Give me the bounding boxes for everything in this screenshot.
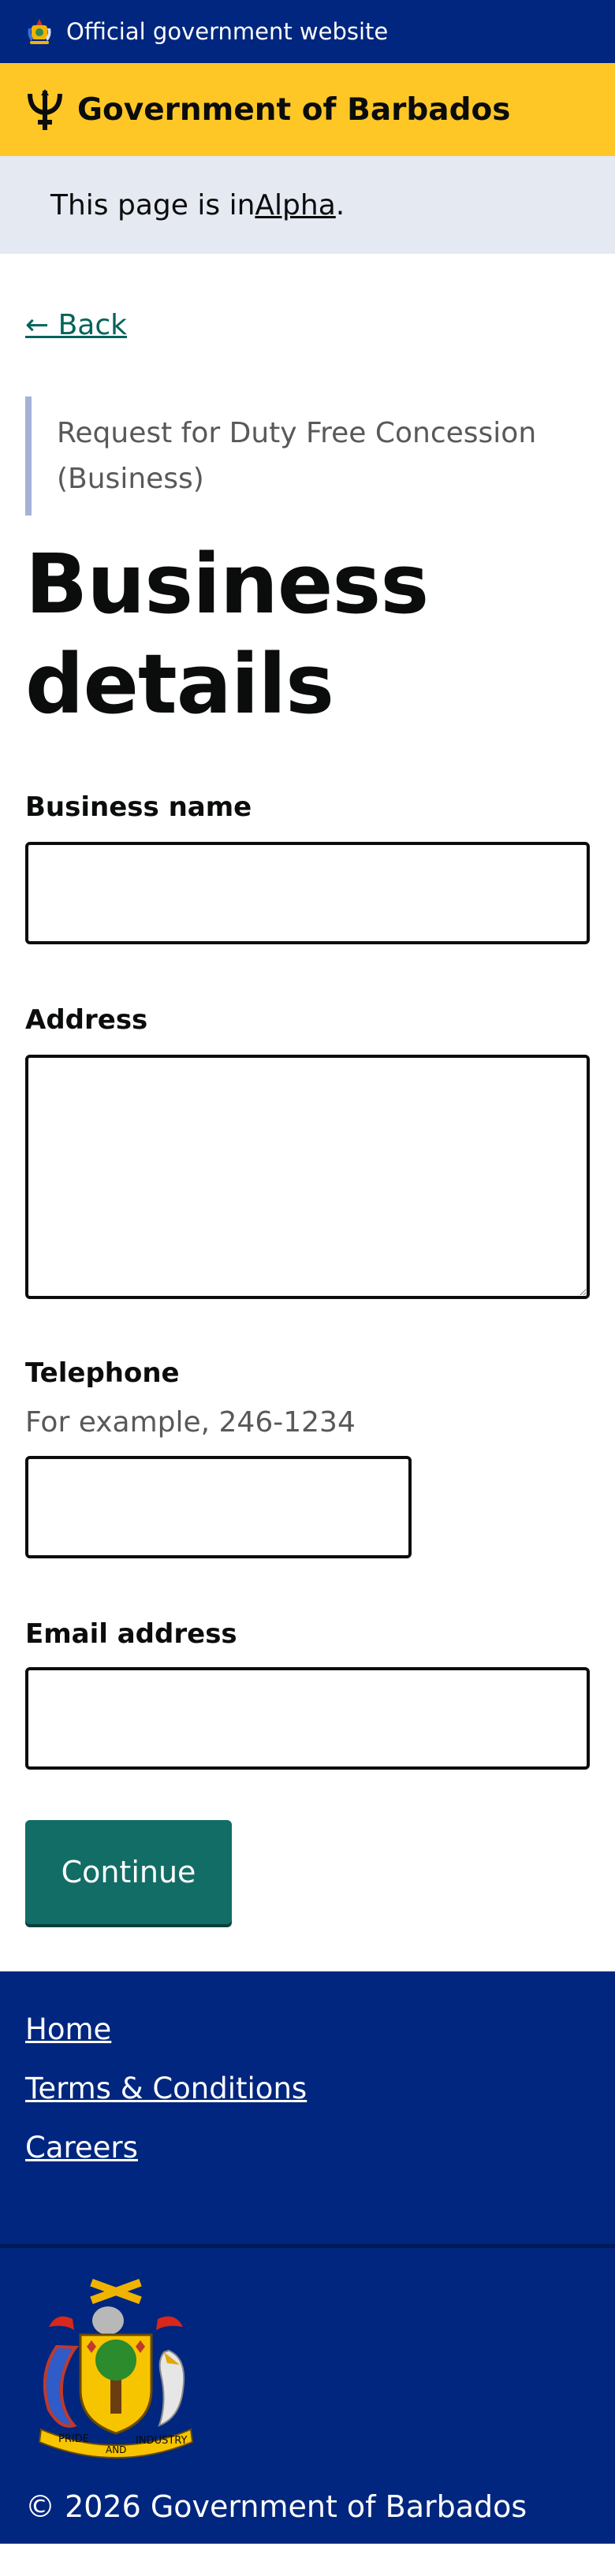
- coat-of-arms-icon: [28, 19, 51, 44]
- telephone-hint: For example, 246-1234: [25, 1405, 356, 1439]
- address-group: Address: [25, 1004, 590, 1299]
- business-details-form: Business name Address Telephone For exam…: [25, 791, 590, 1924]
- footer-link-home[interactable]: Home: [25, 2012, 111, 2046]
- phase-banner-suffix: .: [335, 188, 345, 221]
- continue-button[interactable]: Continue: [25, 1819, 232, 1924]
- official-website-text: Official government website: [66, 18, 389, 45]
- form-caption: Request for Duty Free Concession (Busine…: [25, 396, 590, 516]
- email-input[interactable]: [25, 1666, 590, 1770]
- email-group: Email address: [25, 1618, 590, 1770]
- business-name-input[interactable]: [25, 841, 590, 944]
- address-label: Address: [25, 1003, 148, 1036]
- copyright-text: © 2026 Government of Barbados: [25, 2489, 527, 2524]
- trident-icon: [28, 89, 62, 130]
- footer-link-careers[interactable]: Careers: [25, 2131, 138, 2165]
- alpha-link[interactable]: Alpha: [255, 189, 335, 221]
- official-website-banner: Official government website: [0, 0, 615, 63]
- crest-motto-word: INDUSTRY: [136, 2435, 187, 2447]
- footer-navigation: Home Terms & Conditions Careers: [0, 1971, 615, 2244]
- email-label: Email address: [25, 1617, 237, 1650]
- footer-bottom: PRIDE AND INDUSTRY © 2026 Government of …: [0, 2243, 615, 2544]
- site-header: Government of Barbados: [0, 63, 615, 156]
- site-footer: Home Terms & Conditions Careers PRIDE AN…: [0, 1971, 615, 2544]
- back-link[interactable]: ← Back: [25, 309, 127, 341]
- telephone-label: Telephone: [25, 1357, 180, 1389]
- business-name-label: Business name: [25, 791, 252, 823]
- phase-banner: This page is in Alpha .: [0, 156, 615, 254]
- telephone-input[interactable]: [25, 1455, 412, 1558]
- address-textarea[interactable]: [25, 1054, 590, 1299]
- business-name-group: Business name: [25, 791, 590, 944]
- main-content: ← Back Request for Duty Free Concession …: [0, 254, 615, 1924]
- site-title[interactable]: Government of Barbados: [77, 92, 511, 128]
- page-title: Business details: [25, 536, 429, 733]
- telephone-group: Telephone For example, 246-1234: [25, 1357, 590, 1558]
- crest-motto-word: AND: [106, 2444, 126, 2455]
- footer-link-terms[interactable]: Terms & Conditions: [25, 2072, 307, 2105]
- phase-banner-prefix: This page is in: [50, 188, 255, 221]
- crest-motto-word: PRIDE: [58, 2433, 89, 2445]
- barbados-coat-of-arms-icon: PRIDE AND INDUSTRY: [38, 2278, 194, 2459]
